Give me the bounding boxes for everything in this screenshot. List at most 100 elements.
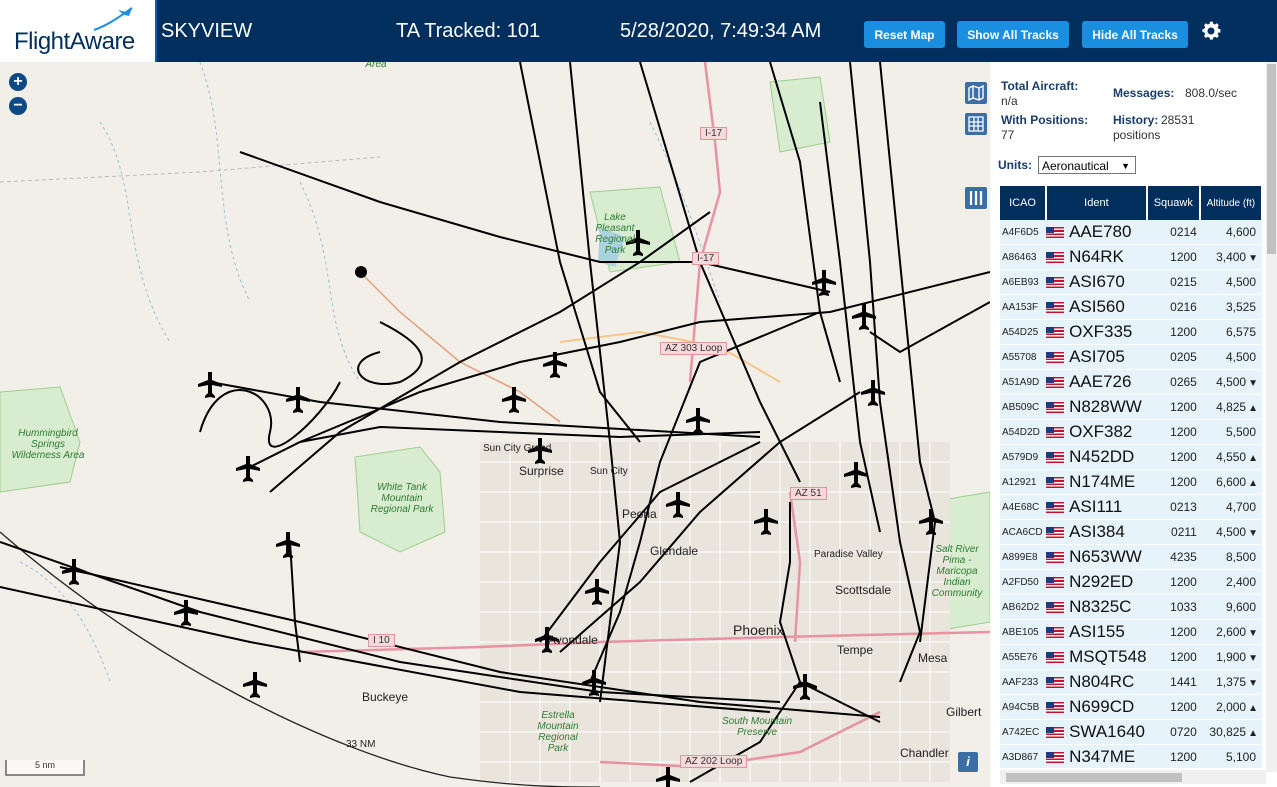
gear-icon[interactable] [1199, 19, 1223, 43]
table-row[interactable]: AAF233 N804RC 1441 1,375 ▼ [1000, 669, 1262, 695]
table-row[interactable]: A86463 N64RK 1200 3,400 ▼ [1000, 244, 1262, 270]
map-layers-icon[interactable] [965, 82, 987, 104]
grid-toggle-icon[interactable] [965, 113, 987, 135]
column-header-altitude[interactable]: Altitude (ft) [1199, 186, 1263, 220]
aircraft-table-wrapper[interactable]: ICAO Ident Squawk Altitude (ft) A4F6D5 AA… [1000, 186, 1263, 768]
table-row[interactable]: A4F6D5 AAE780 0214 4,600 [1000, 220, 1262, 245]
app-title: SKYVIEW [161, 20, 253, 42]
scrollbar-thumb[interactable] [1267, 64, 1276, 254]
icao-cell: A2FD50 [1000, 569, 1047, 595]
column-header-ident[interactable]: Ident [1046, 186, 1148, 220]
table-row[interactable]: A899E8 N653WW 4235 8,500 [1000, 544, 1262, 570]
table-row[interactable]: AA153F ASI560 0216 3,525 [1000, 294, 1262, 320]
squawk-cell: 0211 [1146, 519, 1200, 545]
table-row[interactable]: A54D25 OXF335 1200 6,575 [1000, 319, 1262, 345]
reset-map-button[interactable]: Reset Map [864, 21, 945, 48]
altitude-text: 3,400 [1216, 250, 1247, 264]
ident-text: N64RK [1069, 247, 1124, 266]
ident-cell: ASI705 [1046, 344, 1147, 370]
table-row[interactable]: A4E68C ASI111 0213 4,700 [1000, 494, 1262, 520]
horizontal-scrollbar[interactable] [1000, 770, 1266, 784]
table-row[interactable]: ABE105 ASI155 1200 2,600 ▼ [1000, 619, 1262, 645]
altitude-cell: 4,500 ▼ [1199, 519, 1262, 545]
altitude-trend-icon: ▼ [1248, 378, 1258, 389]
altitude-trend-icon: ▼ [1248, 528, 1258, 539]
chevron-down-icon: ▼ [1121, 161, 1130, 171]
altitude-text: 4,500 [1216, 525, 1247, 539]
column-header-squawk[interactable]: Squawk [1146, 186, 1201, 220]
table-row[interactable]: A94C5B N699CD 1200 2,000 ▲ [1000, 694, 1262, 720]
altitude-cell: 6,600 ▲ [1199, 469, 1262, 495]
ident-text: ASI670 [1069, 272, 1125, 291]
map-view[interactable]: Surprise Sun City Grand Sun City Peoria … [0, 62, 990, 787]
squawk-cell: 0216 [1146, 294, 1200, 320]
zoom-out-button[interactable]: − [9, 97, 27, 115]
history-unit: positions [1113, 128, 1161, 142]
aircraft-icon [686, 408, 710, 434]
icao-cell: A12921 [1000, 469, 1047, 495]
us-flag-icon [1046, 452, 1065, 463]
show-all-tracks-button[interactable]: Show All Tracks [957, 21, 1069, 48]
altitude-trend-icon: ▼ [1248, 653, 1258, 664]
us-flag-icon [1046, 502, 1065, 513]
place-label-buckeye: Buckeye [362, 690, 409, 704]
ident-cell: N64RK [1046, 244, 1147, 270]
altitude-cell: 3,400 ▼ [1199, 244, 1262, 270]
ident-cell: MSQT548 [1046, 644, 1147, 670]
table-row[interactable]: A51A9D AAE726 0265 4,500 ▼ [1000, 369, 1262, 395]
ident-text: N804RC [1069, 672, 1135, 691]
ident-cell: N804RC [1046, 669, 1147, 695]
flightaware-logo[interactable]: FlightAware [0, 0, 157, 62]
us-flag-icon [1046, 652, 1065, 663]
units-select[interactable]: Aeronautical ▼ [1038, 156, 1136, 174]
table-row[interactable]: A6EB93 ASI670 0215 4,500 [1000, 269, 1262, 295]
altitude-text: 2,400 [1225, 575, 1256, 589]
park-label-white-tank: White Tank Mountain Regional Park [370, 482, 434, 515]
table-row[interactable]: AB509C N828WW 1200 4,825 ▲ [1000, 394, 1262, 420]
aircraft-icon [236, 456, 260, 482]
zoom-in-button[interactable]: + [9, 73, 27, 91]
table-row[interactable]: ACA6CD ASI384 0211 4,500 ▼ [1000, 519, 1262, 545]
us-flag-icon [1046, 377, 1065, 388]
table-row[interactable]: A55E76 MSQT548 1200 1,900 ▼ [1000, 644, 1262, 670]
table-row[interactable]: A54D2D OXF382 1200 5,500 [1000, 419, 1262, 445]
table-row[interactable]: A12921 N174ME 1200 6,600 ▲ [1000, 469, 1262, 495]
us-flag-icon [1046, 402, 1065, 413]
ident-text: MSQT548 [1069, 647, 1147, 666]
ident-cell: N174ME [1046, 469, 1147, 495]
squawk-cell: 1200 [1146, 444, 1200, 470]
ident-cell: N8325C [1046, 594, 1147, 620]
hide-all-tracks-button[interactable]: Hide All Tracks [1082, 21, 1188, 48]
table-row[interactable]: A742EC SWA1640 0720 30,825 ▲ [1000, 719, 1262, 745]
current-datetime: 5/28/2020, 7:49:34 AM [620, 20, 822, 42]
squawk-cell: 0213 [1146, 494, 1200, 520]
scrollbar-thumb[interactable] [1006, 773, 1182, 782]
altitude-cell: 4,600 [1199, 220, 1262, 245]
ident-text: N828WW [1069, 397, 1142, 416]
aircraft-icon [243, 672, 267, 698]
icao-cell: AB62D2 [1000, 594, 1047, 620]
table-row[interactable]: AB62D2 N8325C 1033 9,600 [1000, 594, 1262, 620]
info-button[interactable]: i [958, 752, 978, 772]
altitude-text: 4,700 [1225, 500, 1256, 514]
table-row[interactable]: A3D867 N347ME 1200 5,100 [1000, 744, 1262, 768]
altitude-text: 2,600 [1216, 625, 1247, 639]
altitude-cell: 4,500 [1199, 269, 1262, 295]
altitude-cell: 5,500 [1199, 419, 1262, 445]
map-canvas[interactable] [0, 62, 990, 787]
squawk-cell: 0214 [1146, 220, 1200, 245]
place-label-sun-city: Sun City [590, 466, 628, 477]
table-row[interactable]: A55708 ASI705 0205 4,500 [1000, 344, 1262, 370]
column-header-icao[interactable]: ICAO [1000, 186, 1048, 220]
columns-toggle-icon[interactable] [965, 187, 987, 209]
vertical-scrollbar[interactable] [1266, 62, 1277, 772]
table-row[interactable]: A2FD50 N292ED 1200 2,400 [1000, 569, 1262, 595]
table-row[interactable]: A579D9 N452DD 1200 4,550 ▲ [1000, 444, 1262, 470]
ident-cell: OXF335 [1046, 319, 1147, 345]
altitude-cell: 4,825 ▲ [1199, 394, 1262, 420]
altitude-cell: 8,500 [1199, 544, 1262, 570]
us-flag-icon [1046, 677, 1065, 688]
squawk-cell: 1200 [1146, 619, 1200, 645]
aircraft-icon [198, 372, 222, 398]
receiver-location-marker [355, 266, 367, 278]
